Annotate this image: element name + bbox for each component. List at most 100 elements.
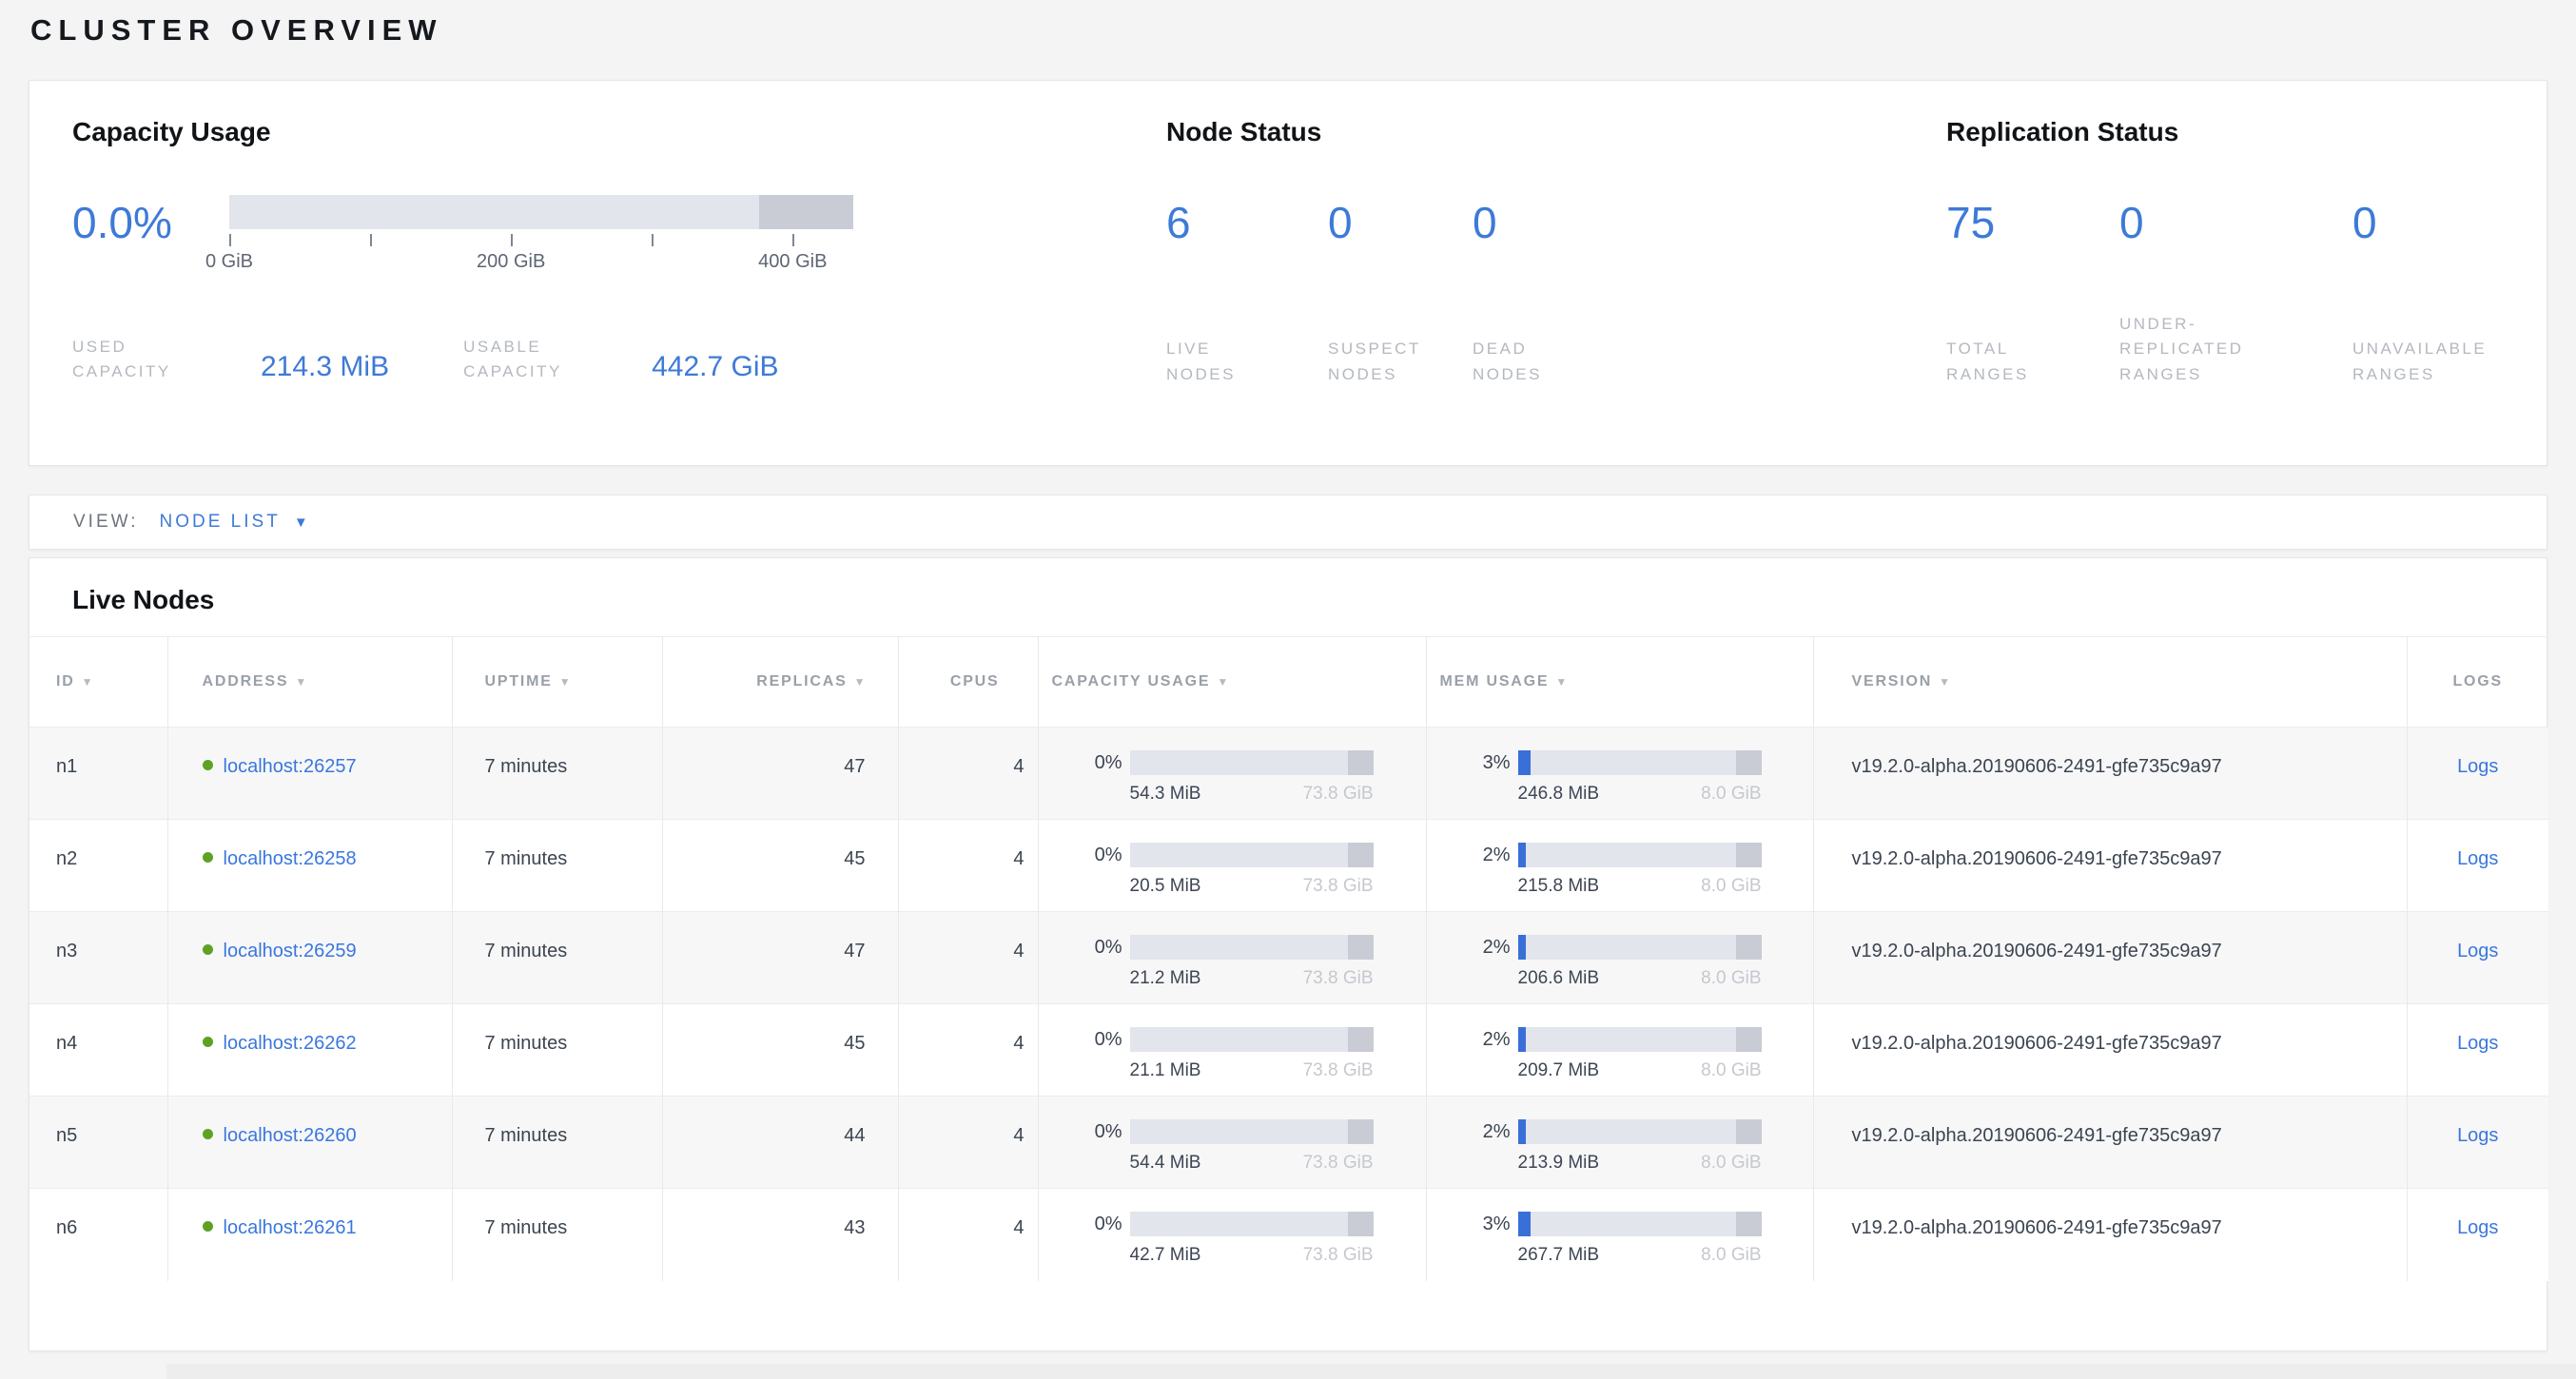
- version-cell: v19.2.0-alpha.20190606-2491-gfe735c9a97: [1813, 1004, 2407, 1097]
- sort-arrow-icon: ▼: [854, 675, 866, 689]
- uptime-cell: 7 minutes: [452, 1189, 662, 1281]
- version-text: v19.2.0-alpha.20190606-2491-gfe735c9a97: [1852, 756, 2222, 777]
- replication-status-stats: 75TOTAL RANGES0UNDER- REPLICATED RANGES0…: [1946, 195, 2552, 387]
- logs-link[interactable]: Logs: [2457, 1125, 2498, 1146]
- stat-label: DEAD NODES: [1473, 337, 1634, 387]
- capacity-usage-percent: 0%: [1052, 1029, 1122, 1051]
- axis-tick: [792, 234, 794, 246]
- node-id-cell: n6: [29, 1189, 167, 1281]
- column-header-label: ADDRESS: [203, 673, 289, 690]
- address-link[interactable]: localhost:26258: [224, 848, 357, 869]
- logs-link[interactable]: Logs: [2457, 756, 2498, 777]
- mem-usage-percent: 3%: [1440, 752, 1511, 774]
- version-text: v19.2.0-alpha.20190606-2491-gfe735c9a97: [1852, 941, 2222, 961]
- sort-arrow-icon: ▼: [1555, 675, 1567, 689]
- version-cell: v19.2.0-alpha.20190606-2491-gfe735c9a97: [1813, 912, 2407, 1004]
- mem-used-value: 246.8 MiB: [1518, 784, 1600, 805]
- capacity-used-percent: 0.0%: [72, 195, 191, 244]
- node-id-cell: n4: [29, 1004, 167, 1097]
- mem-bar-reserved-segment: [1736, 935, 1762, 960]
- mem-bar-reserved-segment: [1736, 750, 1762, 775]
- mem-usage-cell: 2%206.6 MiB8.0 GiB: [1426, 912, 1813, 1004]
- address-link[interactable]: localhost:26259: [224, 941, 357, 961]
- view-selector-dropdown[interactable]: NODE LIST ▼: [160, 512, 308, 533]
- mem-used-value: 213.9 MiB: [1518, 1153, 1600, 1174]
- uptime-cell: 7 minutes: [452, 912, 662, 1004]
- capacity-usage-cell: 0%21.1 MiB73.8 GiB: [1038, 1004, 1426, 1097]
- capacity-total-value: 73.8 GiB: [1303, 876, 1374, 897]
- replication-status-section: Replication Status 75TOTAL RANGES0UNDER-…: [1946, 117, 2552, 465]
- replicas-cell: 45: [662, 820, 898, 912]
- stat-label: UNAVAILABLE RANGES: [2352, 337, 2552, 387]
- capacity-bar-reserved-segment: [759, 195, 853, 229]
- live-status-dot-icon: [203, 1037, 213, 1047]
- view-bar: VIEW: NODE LIST ▼: [29, 495, 2547, 550]
- mem-bar-track: [1518, 750, 1762, 775]
- uptime-cell: 7 minutes: [452, 820, 662, 912]
- capacity-stats: USED CAPACITY214.3 MiBUSABLE CAPACITY442…: [72, 335, 1166, 385]
- address-link[interactable]: localhost:26260: [224, 1125, 357, 1146]
- column-header-label: VERSION: [1852, 673, 1933, 690]
- column-header-replicas[interactable]: REPLICAS▼: [662, 637, 898, 728]
- cpus-cell: 4: [898, 820, 1038, 912]
- capacity-used-value: 54.3 MiB: [1130, 784, 1201, 805]
- column-header-mem-usage[interactable]: MEM USAGE ▼: [1426, 637, 1813, 728]
- replicas-cell: 47: [662, 912, 898, 1004]
- replicas-cell: 43: [662, 1189, 898, 1281]
- address-cell: localhost:26262: [167, 1004, 452, 1097]
- capacity-bar-track: [1130, 1119, 1374, 1144]
- address-link[interactable]: localhost:26257: [224, 756, 357, 777]
- uptime-cell: 7 minutes: [452, 1097, 662, 1189]
- capacity-usage-bar-chart: 0 GiB200 GiB400 GiB: [229, 195, 853, 276]
- capacity-usage-percent: 0%: [1052, 937, 1122, 959]
- logs-link[interactable]: Logs: [2457, 1033, 2498, 1054]
- table-row: n2localhost:262587 minutes4540%20.5 MiB7…: [29, 820, 2548, 912]
- column-header-capacity-usage[interactable]: CAPACITY USAGE▼: [1038, 637, 1426, 728]
- version-cell: v19.2.0-alpha.20190606-2491-gfe735c9a97: [1813, 1189, 2407, 1281]
- stat-value: 0: [1473, 201, 1634, 244]
- column-header-address[interactable]: ADDRESS▼: [167, 637, 452, 728]
- logs-cell: Logs: [2407, 1097, 2548, 1189]
- cpus-cell: 4: [898, 1097, 1038, 1189]
- capacity-usage-bar: 0%20.5 MiB73.8 GiB: [1052, 843, 1426, 897]
- address-cell: localhost:26259: [167, 912, 452, 1004]
- sort-arrow-icon: ▼: [559, 675, 571, 689]
- capacity-bar-track: [1130, 750, 1374, 775]
- stat-value: 75: [1946, 201, 2119, 244]
- mem-used-value: 215.8 MiB: [1518, 876, 1600, 897]
- capacity-usage-section: Capacity Usage 0.0% 0 GiB200 GiB400 GiB …: [72, 117, 1166, 465]
- mem-used-value: 267.7 MiB: [1518, 1245, 1600, 1266]
- live-status-dot-icon: [203, 760, 213, 770]
- capacity-usage-title: Capacity Usage: [72, 117, 1166, 147]
- mem-usage-bar: 3%246.8 MiB8.0 GiB: [1440, 750, 1813, 805]
- axis-tick: [511, 234, 513, 246]
- column-header-version[interactable]: VERSION▼: [1813, 637, 2407, 728]
- sort-arrow-icon: ▼: [82, 675, 93, 689]
- column-header-label: MEM USAGE: [1440, 673, 1550, 690]
- column-header-logs: LOGS: [2407, 637, 2548, 728]
- address-link[interactable]: localhost:26262: [224, 1033, 357, 1054]
- mem-total-value: 8.0 GiB: [1701, 968, 1761, 989]
- stat-label: UNDER- REPLICATED RANGES: [2119, 312, 2352, 387]
- logs-link[interactable]: Logs: [2457, 941, 2498, 961]
- capacity-bar-reserved-segment: [1348, 843, 1374, 867]
- column-header-id[interactable]: ID ▼: [29, 637, 167, 728]
- view-selected-value: NODE LIST: [160, 512, 281, 533]
- logs-link[interactable]: Logs: [2457, 848, 2498, 869]
- column-header-label: CAPACITY USAGE: [1052, 673, 1211, 690]
- version-cell: v19.2.0-alpha.20190606-2491-gfe735c9a97: [1813, 728, 2407, 820]
- summary-card: Capacity Usage 0.0% 0 GiB200 GiB400 GiB …: [29, 80, 2547, 466]
- capacity-bar-axis: [229, 234, 853, 249]
- mem-bar-track: [1518, 1027, 1762, 1052]
- stat-label: USABLE CAPACITY: [463, 335, 623, 385]
- table-row: n3localhost:262597 minutes4740%21.2 MiB7…: [29, 912, 2548, 1004]
- capacity-bar-reserved-segment: [1348, 1212, 1374, 1236]
- capacity-bar-track: [229, 195, 853, 229]
- summary-stat: 0 DEAD NODES: [1473, 195, 1634, 387]
- column-header-label: ID: [56, 673, 75, 690]
- address-link[interactable]: localhost:26261: [224, 1217, 357, 1238]
- live-nodes-title: Live Nodes: [72, 585, 2547, 615]
- replicas-cell: 45: [662, 1004, 898, 1097]
- logs-link[interactable]: Logs: [2457, 1217, 2498, 1238]
- column-header-uptime[interactable]: UPTIME▼: [452, 637, 662, 728]
